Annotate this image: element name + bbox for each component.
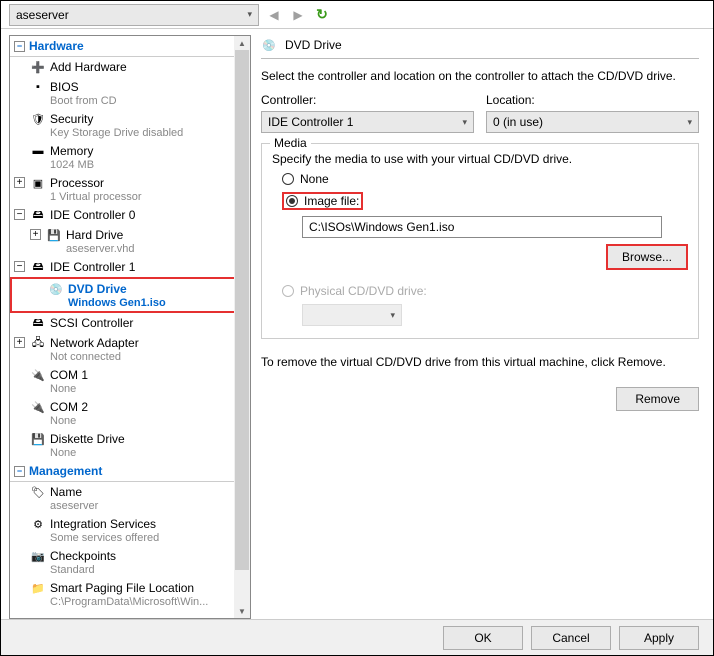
tree-item-memory[interactable]: ▬Memory 1024 MB: [10, 141, 250, 173]
cpu-icon: ▣: [30, 175, 46, 191]
tree-item-processor[interactable]: + ▣Processor 1 Virtual processor: [10, 173, 250, 205]
remove-description: To remove the virtual CD/DVD drive from …: [261, 355, 699, 369]
tree-item-com1[interactable]: 🔌COM 1 None: [10, 365, 250, 397]
tree-item-checkpoints[interactable]: 📷Checkpoints Standard: [10, 546, 250, 578]
tree-item-name[interactable]: 🏷Name aseserver: [10, 482, 250, 514]
tree-item-security[interactable]: 🛡Security Key Storage Drive disabled: [10, 109, 250, 141]
nav-forward-button[interactable]: ▶: [289, 6, 307, 24]
apply-button[interactable]: Apply: [619, 626, 699, 650]
vm-selector-dropdown[interactable]: aseserver ▾: [9, 4, 259, 26]
tree-item-com2[interactable]: 🔌COM 2 None: [10, 397, 250, 429]
controller-icon: 🖴: [30, 259, 46, 275]
content-pane: 💿 DVD Drive Select the controller and lo…: [251, 29, 713, 619]
network-icon: 🖧: [30, 335, 46, 351]
media-description: Specify the media to use with your virtu…: [272, 152, 688, 166]
com-port-icon: 🔌: [30, 367, 46, 383]
chevron-down-icon: ▾: [687, 117, 692, 128]
remove-button[interactable]: Remove: [616, 387, 699, 411]
checkpoint-icon: 📷: [30, 548, 46, 564]
tree-item-scsi[interactable]: 🖴SCSI Controller: [10, 313, 250, 333]
controller-dropdown[interactable]: IDE Controller 1 ▾: [261, 111, 474, 133]
tree-item-add-hardware[interactable]: ➕Add Hardware: [10, 57, 250, 77]
location-label: Location:: [486, 93, 535, 107]
physical-drive-dropdown: ▾: [302, 304, 402, 326]
management-label: Management: [29, 464, 102, 478]
dvd-icon: 💿: [261, 37, 277, 53]
top-toolbar: aseserver ▾ ◀ ▶ ↻: [1, 1, 713, 29]
divider: [261, 58, 699, 59]
sidebar-scrollbar[interactable]: ▲ ▼: [234, 36, 250, 618]
tree-item-bios[interactable]: ▪BIOS Boot from CD: [10, 77, 250, 109]
tree-item-hard-drive[interactable]: + 💾Hard Drive aseserver.vhd: [10, 225, 250, 257]
tree-item-paging[interactable]: 📁Smart Paging File Location C:\ProgramDa…: [10, 578, 250, 610]
radio-none[interactable]: [282, 173, 294, 185]
radio-image-row[interactable]: Image file:: [272, 192, 688, 210]
com-port-icon: 🔌: [30, 399, 46, 415]
scroll-down-arrow[interactable]: ▼: [234, 604, 250, 618]
media-legend: Media: [270, 136, 311, 150]
refresh-icon: ↻: [316, 6, 328, 23]
management-section-header[interactable]: − Management: [10, 461, 250, 482]
integration-icon: ⚙: [30, 516, 46, 532]
collapse-icon[interactable]: −: [14, 466, 25, 477]
media-fieldset: Media Specify the media to use with your…: [261, 143, 699, 339]
tree-item-dvd-drive[interactable]: 💿DVD Drive Windows Gen1.iso: [10, 277, 250, 313]
tree-item-ide0[interactable]: − 🖴IDE Controller 0: [10, 205, 250, 225]
folder-icon: 📁: [30, 580, 46, 596]
controller-icon: 🖴: [30, 207, 46, 223]
radio-image-file[interactable]: [286, 195, 298, 207]
hardware-section-header[interactable]: − Hardware: [10, 36, 250, 57]
tree-item-ide1[interactable]: − 🖴IDE Controller 1: [10, 257, 250, 277]
browse-button[interactable]: Browse...: [606, 244, 688, 270]
add-hardware-icon: ➕: [30, 59, 46, 75]
name-icon: 🏷: [30, 484, 46, 500]
memory-icon: ▬: [30, 143, 46, 159]
location-dropdown[interactable]: 0 (in use) ▾: [486, 111, 699, 133]
dvd-icon: 💿: [48, 281, 64, 297]
tree-item-network[interactable]: + 🖧Network Adapter Not connected: [10, 333, 250, 365]
radio-none-row[interactable]: None: [272, 172, 688, 186]
expand-icon[interactable]: +: [30, 229, 41, 240]
image-path-input[interactable]: C:\ISOs\Windows Gen1.iso: [302, 216, 662, 238]
refresh-button[interactable]: ↻: [313, 6, 331, 24]
chevron-down-icon: ▾: [462, 117, 467, 128]
bios-icon: ▪: [30, 79, 46, 95]
collapse-icon[interactable]: −: [14, 209, 25, 220]
expand-icon[interactable]: +: [14, 337, 25, 348]
pane-description: Select the controller and location on th…: [261, 69, 699, 83]
nav-back-button[interactable]: ◀: [265, 6, 283, 24]
scrollbar-thumb[interactable]: [235, 50, 249, 570]
vm-name: aseserver: [16, 8, 69, 22]
pane-title: DVD Drive: [285, 38, 342, 52]
radio-physical: [282, 285, 294, 297]
controller-label: Controller:: [261, 93, 316, 107]
tree-item-diskette[interactable]: 💾Diskette Drive None: [10, 429, 250, 461]
dialog-footer: OK Cancel Apply: [1, 619, 713, 655]
scsi-icon: 🖴: [30, 315, 46, 331]
radio-physical-row: Physical CD/DVD drive:: [272, 284, 688, 298]
ok-button[interactable]: OK: [443, 626, 523, 650]
settings-tree: − Hardware ➕Add Hardware ▪BIOS Boot from…: [9, 35, 251, 619]
collapse-icon[interactable]: −: [14, 261, 25, 272]
cancel-button[interactable]: Cancel: [531, 626, 611, 650]
diskette-icon: 💾: [30, 431, 46, 447]
disk-icon: 💾: [46, 227, 62, 243]
chevron-down-icon: ▾: [390, 310, 395, 321]
hardware-label: Hardware: [29, 39, 84, 53]
expand-icon[interactable]: +: [14, 177, 25, 188]
chevron-down-icon: ▾: [247, 9, 252, 20]
tree-item-integration[interactable]: ⚙Integration Services Some services offe…: [10, 514, 250, 546]
collapse-icon[interactable]: −: [14, 41, 25, 52]
shield-icon: 🛡: [30, 111, 46, 127]
scroll-up-arrow[interactable]: ▲: [234, 36, 250, 50]
